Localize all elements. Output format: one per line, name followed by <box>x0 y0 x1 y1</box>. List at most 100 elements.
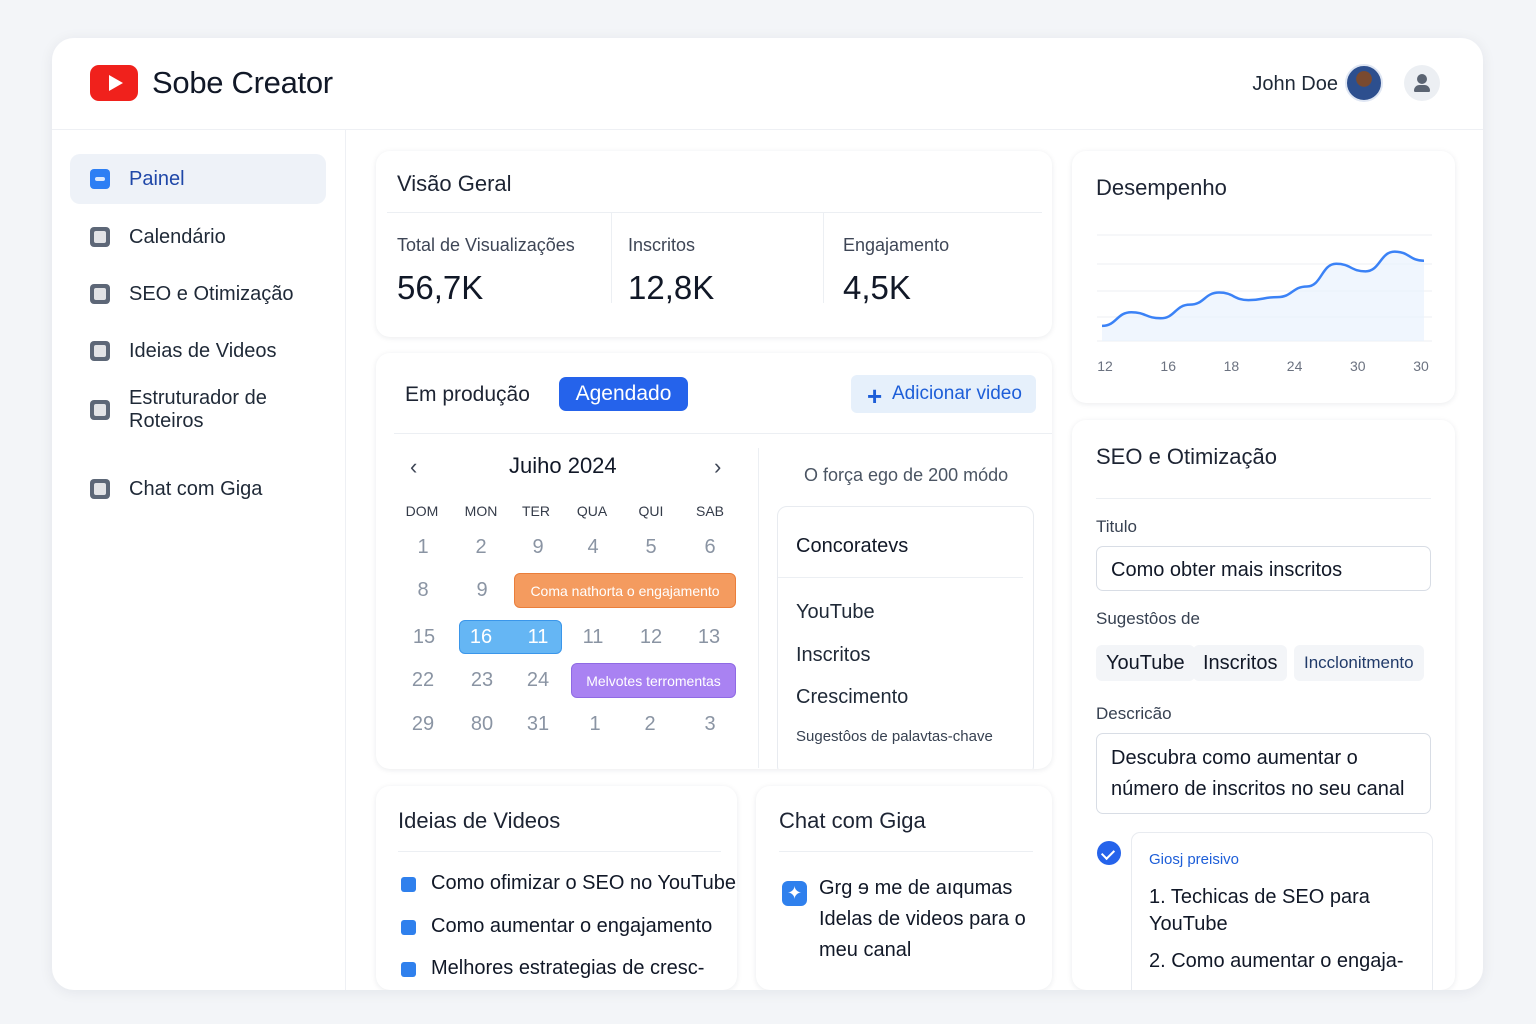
calendar-day[interactable]: 5 <box>626 536 676 559</box>
description-label: Descricão <box>1096 704 1172 723</box>
add-video-label: Adicionar video <box>892 383 1022 404</box>
plus-icon: + <box>867 381 883 411</box>
suggestion-item: 1. Techicas de SEO para YouTube <box>1149 886 1370 935</box>
production-divider <box>394 433 1052 434</box>
script-icon <box>90 400 110 420</box>
calendar-day[interactable]: 9 <box>513 536 563 559</box>
calendar-icon <box>90 227 110 247</box>
calendar-day[interactable]: 12 <box>626 626 676 649</box>
profile-icon[interactable] <box>1404 65 1440 101</box>
overview-divider <box>387 212 1042 213</box>
sidebar-item-calendario[interactable]: Calendário <box>70 212 326 262</box>
suggestion-item: 2. Como aumentar o engaja- <box>1149 950 1404 972</box>
chat-card: Chat com Giga ✦ Grg ɘ me de aıqumas Idel… <box>756 786 1052 990</box>
performance-card: Desempenho 12 16 18 24 30 30 <box>1072 151 1455 403</box>
calendar-day[interactable]: 4 <box>568 536 618 559</box>
stat-divider <box>611 213 612 303</box>
calendar-day[interactable]: 8 <box>398 579 448 602</box>
sidebar-item-ideias[interactable]: Ideias de Videos <box>70 326 326 376</box>
competitors-divider <box>778 577 1023 578</box>
ideas-card: Ideias de Videos Como ofimizar o SEO no … <box>376 786 737 990</box>
subscribers-label: Inscritos <box>628 235 696 255</box>
production-vertical-divider <box>758 448 759 768</box>
calendar-day[interactable]: 6 <box>685 536 735 559</box>
stat-divider <box>823 213 824 303</box>
chevron-right-icon[interactable]: › <box>714 454 721 480</box>
description-input[interactable]: Descubra como aumentar o número de inscr… <box>1096 733 1431 814</box>
calendar-day[interactable]: 1 <box>570 713 620 736</box>
chat-icon <box>90 479 110 499</box>
sidebar-item-roteiros[interactable]: Estruturador de Roteiros <box>70 385 326 435</box>
calendar-day-selected[interactable]: 11 <box>513 626 563 649</box>
sidebar-item-label: SEO e Otimização <box>129 283 294 305</box>
chart-x-tick-label: 18 <box>1224 358 1240 374</box>
checkbox-icon[interactable] <box>401 877 416 892</box>
suggestion-box-label: Giosj preisivo <box>1149 851 1240 868</box>
weekday-label: MON <box>464 503 498 519</box>
add-video-button[interactable]: + Adicionar video <box>851 375 1036 413</box>
calendar-day[interactable]: 29 <box>398 713 448 736</box>
sidebar-item-seo[interactable]: SEO e Otimização <box>70 269 326 319</box>
app-window: Sobe Creator John Doe Painel Calendário … <box>52 38 1483 990</box>
youtube-logo-icon <box>90 65 138 101</box>
spark-icon: ✦ <box>782 881 807 906</box>
calendar-day[interactable]: 9 <box>457 579 507 602</box>
engagement-value: 4,5K <box>843 269 911 306</box>
competitors-title: Concoratevs <box>796 535 909 557</box>
calendar-day[interactable]: 15 <box>399 626 449 649</box>
sidebar-item-label: Estruturador de Roteiros <box>129 387 267 432</box>
app-title: Sobe Creator <box>152 65 333 100</box>
calendar-day[interactable]: 24 <box>513 669 563 692</box>
calendar-day[interactable]: 1 <box>398 536 448 559</box>
calendar-day-selected[interactable]: 16 <box>456 626 506 649</box>
weekday-label: DOM <box>405 503 439 519</box>
overview-card: Visão Geral Total de Visualizações 56,7K… <box>376 151 1052 337</box>
avatar[interactable] <box>1345 64 1383 102</box>
calendar-event-purple[interactable]: Melvotes terromentas <box>571 663 736 698</box>
calendar-day[interactable]: 2 <box>456 536 506 559</box>
user-name: John Doe <box>1252 73 1338 95</box>
title-input[interactable]: Como obter mais inscritos <box>1096 546 1431 591</box>
weekday-label: TER <box>522 503 550 519</box>
calendar-event-orange[interactable]: Coma nathorta o engajamento <box>514 573 736 608</box>
calendar-day[interactable]: 11 <box>568 626 618 649</box>
checkbox-icon[interactable] <box>401 962 416 977</box>
sidebar-item-painel[interactable]: Painel <box>70 154 326 204</box>
check-icon <box>1097 841 1121 865</box>
keyword-tag[interactable]: Inscritos <box>1193 645 1288 681</box>
views-label: Total de Visualizações <box>397 235 575 255</box>
calendar-day[interactable]: 3 <box>685 713 735 736</box>
calendar-day[interactable]: 22 <box>398 669 448 692</box>
idea-item[interactable]: Como aumentar o engajamento <box>431 915 712 938</box>
idea-item[interactable]: Melhores estrategias de cresc- <box>431 957 704 980</box>
ideas-icon <box>90 341 110 361</box>
chart-x-tick-label: 24 <box>1287 358 1303 374</box>
calendar-day[interactable]: 13 <box>684 626 734 649</box>
calendar-day[interactable]: 2 <box>625 713 675 736</box>
production-note: O força ego de 200 módo <box>804 465 1009 485</box>
keyword-tag[interactable]: Incclonitmento <box>1294 645 1424 681</box>
seo-chart-icon <box>90 284 110 304</box>
weekday-label: SAB <box>695 503 724 519</box>
competitors-card: Concoratevs YouTube Inscritos Cresciment… <box>777 506 1034 769</box>
views-value: 56,7K <box>397 269 484 306</box>
scheduled-badge[interactable]: Agendado <box>559 377 688 411</box>
keyword-suggestions-label: Sugestôos de palavtas-chave <box>796 728 993 745</box>
checkbox-icon[interactable] <box>401 920 416 935</box>
keyword-tag[interactable]: YouTube <box>1096 645 1195 681</box>
calendar-day[interactable]: 31 <box>513 713 563 736</box>
calendar-day[interactable]: 23 <box>457 669 507 692</box>
chart-x-tick-label: 12 <box>1097 358 1113 374</box>
ideas-divider <box>398 851 721 852</box>
calendar-day[interactable]: 80 <box>457 713 507 736</box>
dashboard-icon <box>90 169 110 189</box>
idea-item[interactable]: Como ofimizar o SEO no YouTube <box>431 872 736 895</box>
chart-x-tick-label: 30 <box>1413 358 1429 374</box>
subscribers-value: 12,8K <box>628 269 715 306</box>
chevron-left-icon[interactable]: ‹ <box>410 454 417 480</box>
weekday-label: QUI <box>638 503 664 519</box>
seo-title: SEO e Otimização <box>1096 444 1277 469</box>
sidebar-item-chat[interactable]: Chat com Giga <box>70 464 326 514</box>
overview-title: Visão Geral <box>397 171 512 196</box>
sidebar-item-label: Chat com Giga <box>129 478 263 500</box>
